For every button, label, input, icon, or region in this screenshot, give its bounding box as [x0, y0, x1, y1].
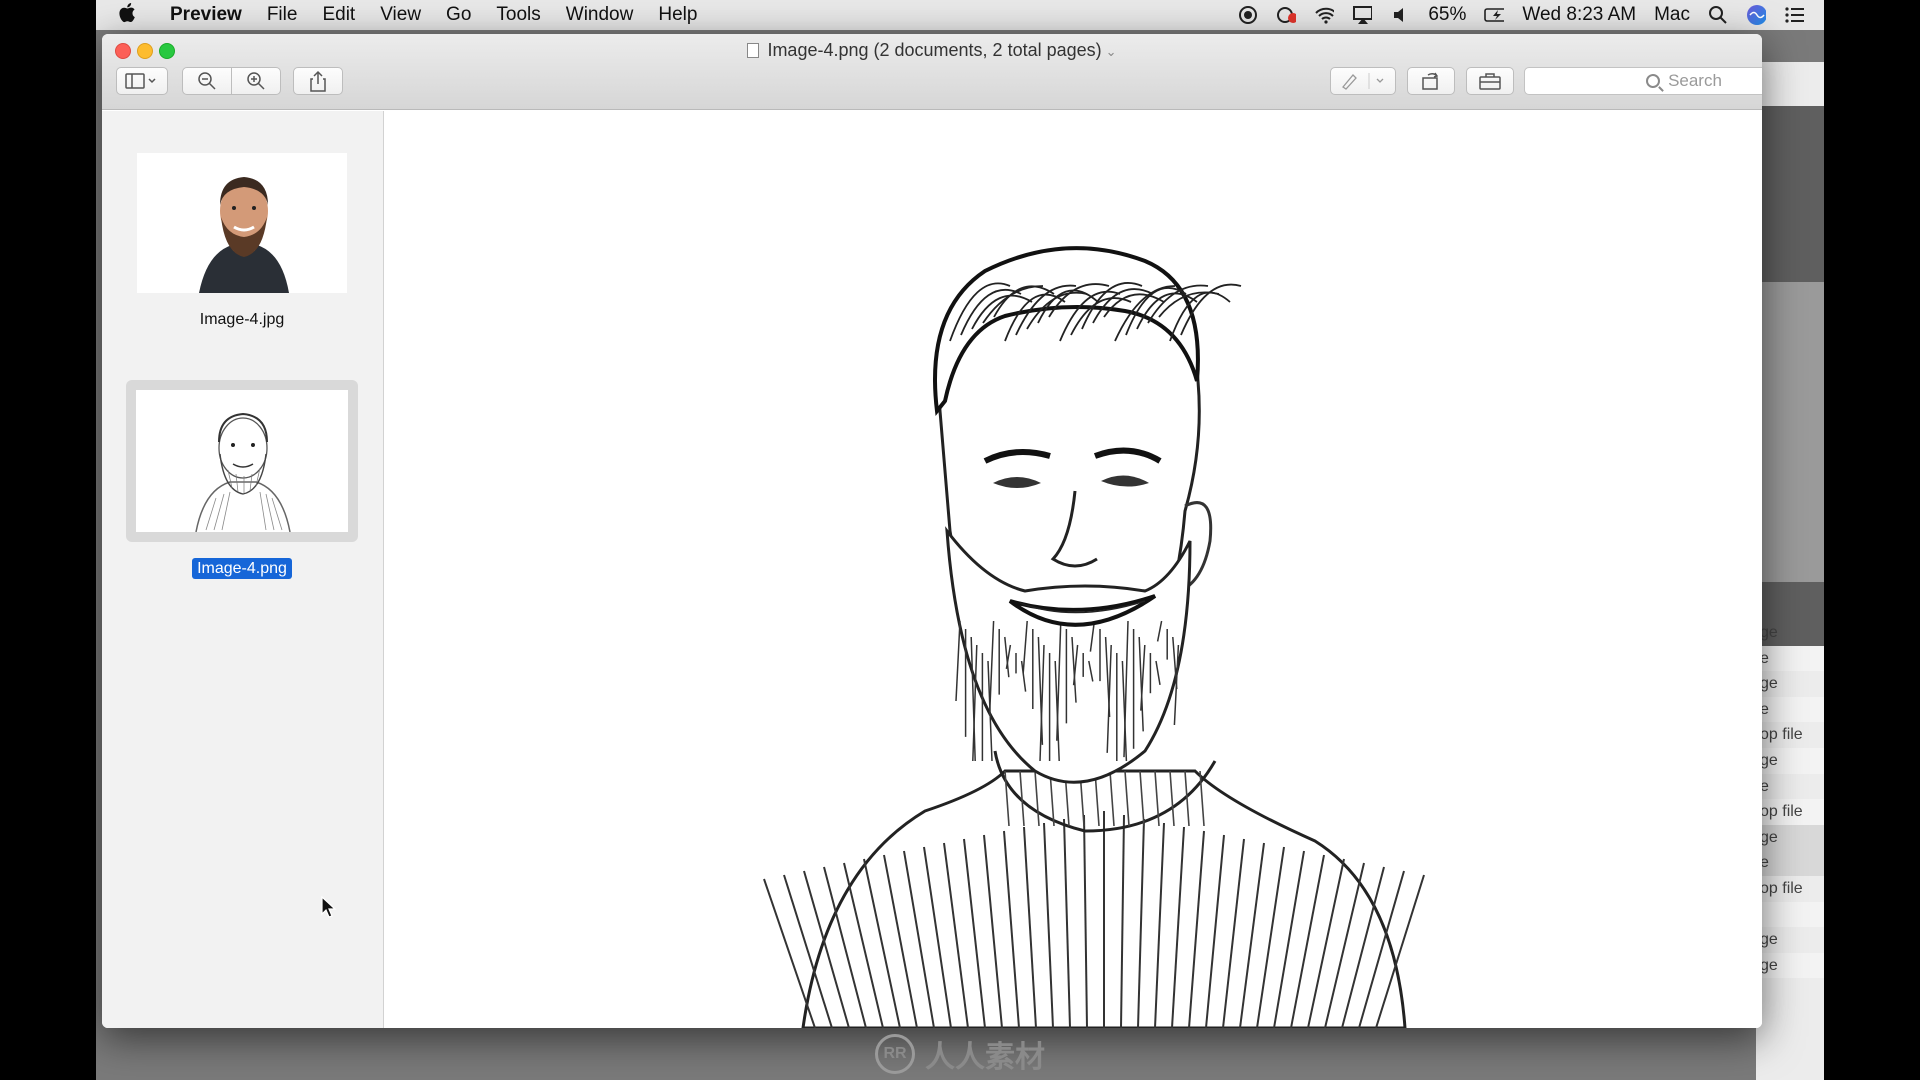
markup-pen-button[interactable]: [1330, 67, 1396, 95]
siri-icon[interactable]: [1746, 5, 1766, 25]
sketch-portrait-image: [385, 111, 1762, 1028]
menu-bar: Preview File Edit View Go Tools Window H…: [96, 0, 1824, 30]
apple-menu-icon[interactable]: [118, 2, 154, 29]
list-item: ge: [1756, 952, 1824, 979]
window-title[interactable]: Image-4.png (2 documents, 2 total pages)…: [102, 40, 1762, 61]
screen-record-icon[interactable]: [1238, 5, 1258, 25]
selected-label-highlight: Image-4.png: [192, 558, 292, 579]
rotate-button[interactable]: [1407, 67, 1455, 95]
watermark-logo-icon: RR: [875, 1034, 915, 1074]
list-item: e: [1760, 777, 1769, 795]
menu-edit[interactable]: Edit: [322, 4, 355, 26]
menu-file[interactable]: File: [267, 4, 298, 26]
image-canvas[interactable]: [385, 111, 1762, 1028]
battery-percent: 65%: [1428, 4, 1467, 25]
share-button[interactable]: [293, 67, 343, 95]
list-item: e: [1756, 696, 1824, 723]
sidebar-item-label: Image-4.jpg: [199, 311, 285, 328]
pen-icon: [1342, 73, 1384, 90]
menu-app-name[interactable]: Preview: [170, 4, 242, 26]
mouse-cursor-icon: [321, 895, 337, 925]
watermark-text: 人人素材: [925, 1041, 1045, 1074]
background-file-list: ge e ge e op file ge e op file ge e op f…: [1756, 620, 1824, 979]
window-titlebar[interactable]: Image-4.png (2 documents, 2 total pages)…: [102, 34, 1762, 110]
menu-help[interactable]: Help: [658, 4, 697, 26]
list-item: [1756, 901, 1824, 928]
thumbnail-sidebar: Image-4.jpg Image-4.png: [102, 111, 384, 1028]
list-item: op file: [1760, 879, 1803, 897]
chevron-down-icon[interactable]: ⌄: [1106, 44, 1117, 59]
selected-thumbnail-frame[interactable]: [126, 380, 358, 542]
sidebar-item-image-4-png[interactable]: Image-4.png: [126, 380, 358, 579]
list-item: ge: [1756, 747, 1824, 774]
menu-tools[interactable]: Tools: [496, 4, 540, 26]
search-icon: [1646, 74, 1661, 88]
sidebar-item-label-selected: Image-4.png: [127, 558, 357, 579]
list-item: op file: [1756, 799, 1824, 825]
wifi-icon[interactable]: [1314, 5, 1335, 25]
preview-window: Image-4.png (2 documents, 2 total pages)…: [102, 34, 1762, 1028]
list-item: e: [1756, 645, 1824, 672]
airplay-icon[interactable]: [1352, 5, 1373, 25]
sidebar-icon: [125, 73, 156, 89]
zoom-out-button[interactable]: [182, 67, 232, 95]
markup-toolbox-button[interactable]: [1466, 67, 1514, 95]
menu-view[interactable]: View: [380, 4, 421, 26]
battery-icon[interactable]: [1484, 5, 1505, 25]
thumbnail-color-photo[interactable]: [137, 153, 347, 293]
rotate-icon: [1422, 72, 1439, 90]
menubar-user[interactable]: Mac: [1654, 4, 1690, 26]
sidebar-toggle-button[interactable]: [116, 67, 168, 95]
desktop: Preview File Edit View Go Tools Window H…: [96, 0, 1824, 1080]
window-title-text: Image-4.png (2 documents, 2 total pages): [767, 40, 1102, 60]
search-field[interactable]: Search: [1524, 67, 1762, 95]
creative-cloud-icon[interactable]: [1276, 5, 1297, 25]
list-item: e: [1756, 850, 1824, 876]
list-item: ge: [1756, 824, 1824, 851]
list-item: ge: [1760, 931, 1778, 949]
menubar-clock[interactable]: Wed 8:23 AM: [1522, 4, 1636, 26]
list-item: ge: [1760, 624, 1778, 641]
thumbnail-sketch[interactable]: [136, 390, 348, 532]
search-placeholder: Search: [1668, 71, 1722, 90]
zoom-in-button[interactable]: [231, 67, 281, 95]
volume-icon[interactable]: [1390, 5, 1410, 25]
menu-window[interactable]: Window: [566, 4, 634, 26]
share-icon: [310, 70, 326, 92]
zoom-in-icon: [247, 72, 265, 90]
zoom-out-icon: [198, 72, 216, 90]
menu-go[interactable]: Go: [446, 4, 471, 26]
watermark-logo: RR 人人素材: [96, 1028, 1824, 1080]
list-item: op file: [1760, 726, 1803, 744]
toolbox-icon: [1479, 73, 1501, 90]
sidebar-item-image-4-jpg[interactable]: Image-4.jpg: [127, 153, 357, 329]
document-icon: [747, 43, 760, 58]
list-item: ge: [1760, 675, 1778, 693]
notification-center-icon[interactable]: [1784, 5, 1804, 25]
spotlight-search-icon[interactable]: [1708, 5, 1728, 25]
